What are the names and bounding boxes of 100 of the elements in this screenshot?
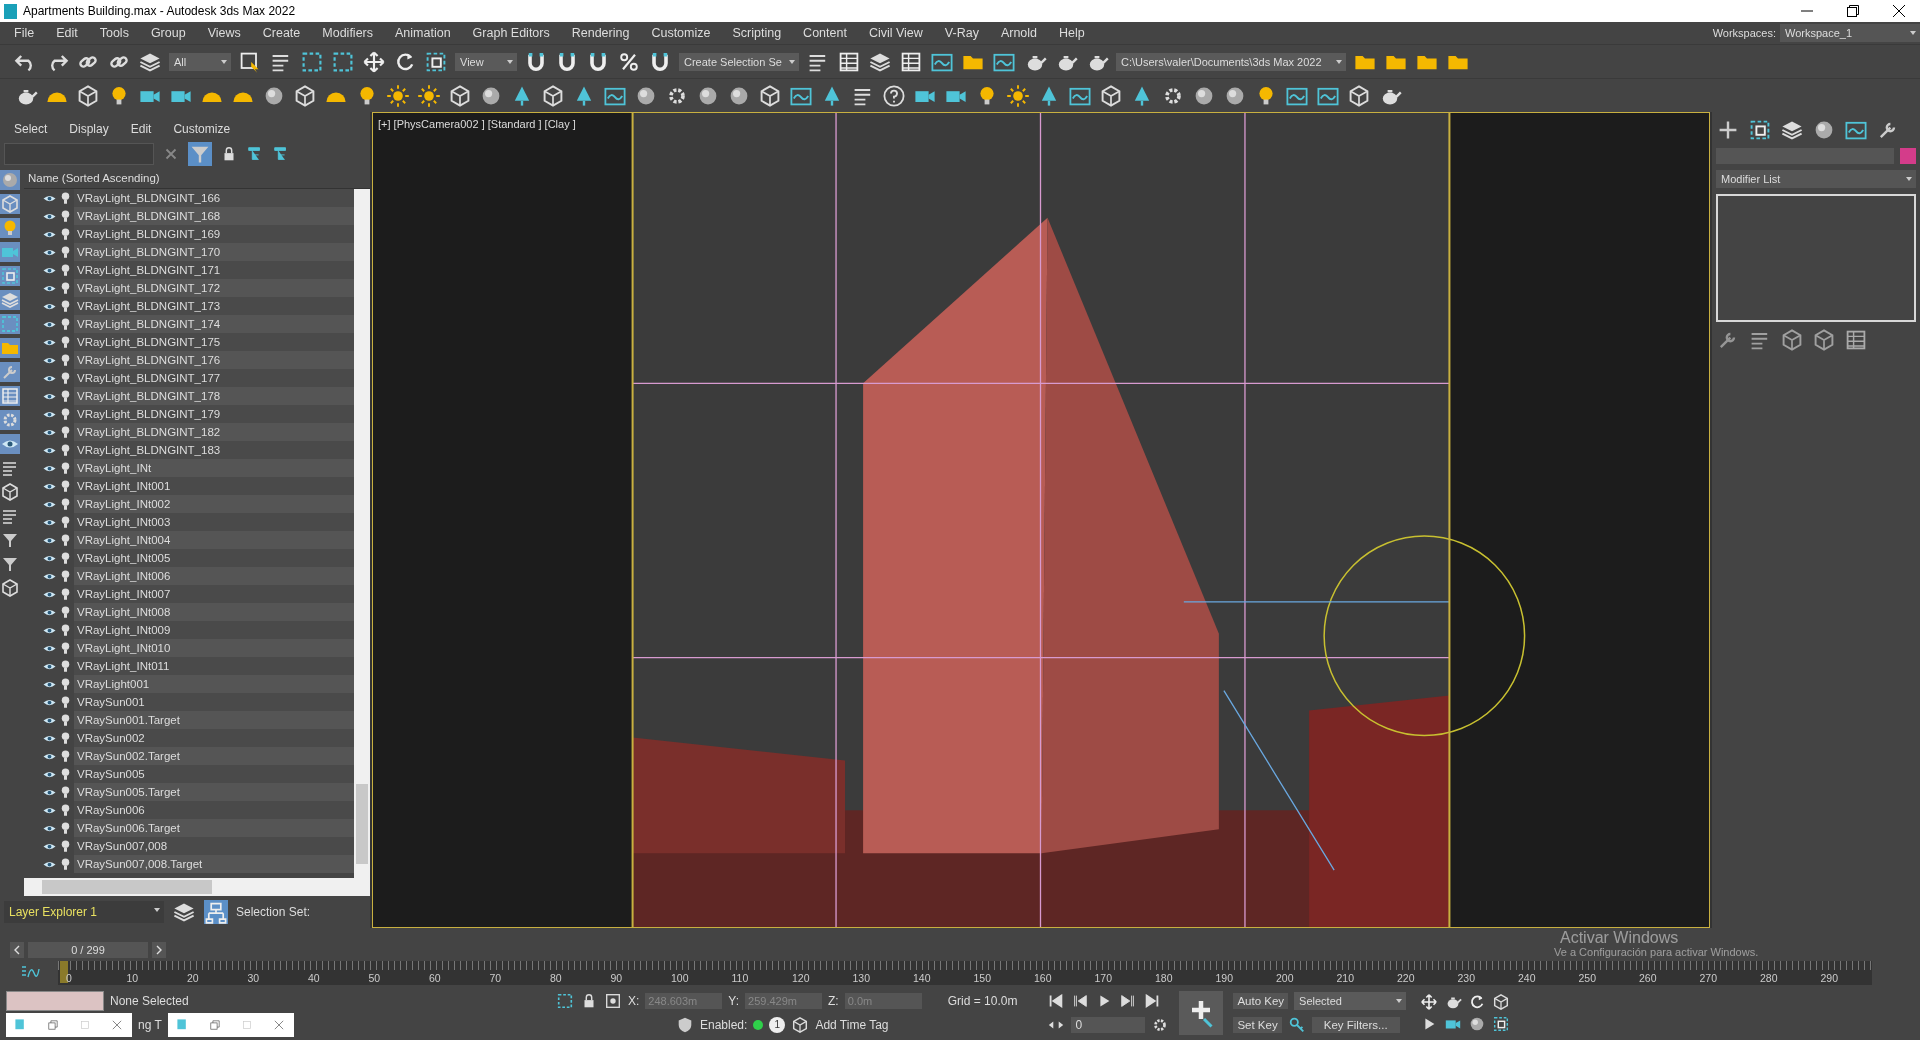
- workspace-dropdown[interactable]: Workspace_1: [1780, 24, 1920, 42]
- scene-object-item[interactable]: VRaySun006: [74, 801, 354, 819]
- menu-item[interactable]: Graph Editors: [464, 26, 564, 40]
- scene-object-item[interactable]: VRaySun005.Target: [74, 783, 354, 801]
- cube-icon[interactable]: [541, 83, 565, 108]
- menu-item[interactable]: Scripting: [724, 26, 796, 40]
- menu-item[interactable]: Edit: [130, 122, 152, 136]
- cube-icon[interactable]: [0, 482, 20, 502]
- key-icon[interactable]: [1287, 1016, 1306, 1034]
- scene-object-item[interactable]: VRayLight001: [74, 675, 354, 693]
- cube-icon[interactable]: [758, 83, 782, 108]
- scene-object-item[interactable]: VRaySun002: [74, 729, 354, 747]
- menu-item[interactable]: Views: [199, 26, 255, 40]
- scene-object-item[interactable]: VRayLight_BLDNGINT_183: [74, 441, 354, 459]
- scene-object-item[interactable]: VRayLight_INt003: [74, 513, 354, 531]
- cube-icon[interactable]: [0, 578, 20, 598]
- close-icon[interactable]: [1892, 4, 1906, 18]
- scene-object-item[interactable]: VRayLight_BLDNGINT_179: [74, 405, 354, 423]
- scene-object-item[interactable]: VRayLight_BLDNGINT_174: [74, 315, 354, 333]
- scene-object-item[interactable]: VRaySun007,008.Target: [74, 855, 354, 873]
- menu-item[interactable]: Group: [142, 26, 200, 40]
- menu-item[interactable]: Tools: [91, 26, 143, 40]
- scene-object-item[interactable]: VRayLight_INt: [74, 459, 354, 477]
- project-folder-dropdown[interactable]: C:\Users\valer\Documents\3ds Max 2022: [1116, 52, 1346, 71]
- eye-icon[interactable]: [0, 434, 20, 454]
- move-icon[interactable]: [362, 49, 386, 74]
- menu-item[interactable]: Customize: [643, 26, 725, 40]
- horizontal-scrollbar[interactable]: [24, 878, 370, 896]
- scene-object-item[interactable]: VRayLight_BLDNGINT_172: [74, 279, 354, 297]
- table-icon[interactable]: [1844, 328, 1868, 352]
- menu-item[interactable]: Modifiers: [314, 26, 387, 40]
- scene-object-item[interactable]: VRayLight_INt005: [74, 549, 354, 567]
- scene-object-item[interactable]: VRayLight_BLDNGINT_182: [74, 423, 354, 441]
- timeline-track[interactable]: 0 10 20 30 40 50 60 70 80 90 100 110 120 130 140 150 160 170 180 190 200 210 220 230 240 250 260 270 280 290: [58, 961, 1872, 985]
- scale-icon[interactable]: [1748, 118, 1772, 142]
- frame-marker[interactable]: [60, 961, 68, 983]
- menu-item[interactable]: Customize: [173, 122, 231, 136]
- sun-icon[interactable]: [417, 83, 441, 108]
- cube-icon[interactable]: [448, 83, 472, 108]
- modifier-list-dropdown[interactable]: Modifier List: [1716, 170, 1916, 188]
- script-listener-field[interactable]: [6, 991, 104, 1011]
- scene-object-item[interactable]: VRaySun007,008: [74, 837, 354, 855]
- set-key-mode-button[interactable]: Set Key: [1233, 1017, 1282, 1033]
- viewport-label[interactable]: [+] [PhysCamera002 ] [Standard ] [Clay ]: [378, 118, 576, 130]
- scene-object-item[interactable]: VRayLight_INt009: [74, 621, 354, 639]
- scene-object-item[interactable]: VRayLight_BLDNGINT_175: [74, 333, 354, 351]
- cube-icon[interactable]: [791, 1016, 810, 1034]
- menu-item[interactable]: Select: [14, 122, 48, 136]
- named-selection-dropdown[interactable]: Create Selection Se: [679, 52, 799, 71]
- selection-filter-dropdown[interactable]: All: [169, 52, 231, 71]
- next-frame-button[interactable]: [152, 942, 166, 958]
- vertical-scrollbar[interactable]: [354, 189, 370, 878]
- scene-object-item[interactable]: VRayLight_INt002: [74, 495, 354, 513]
- scene-object-item[interactable]: VRayLight_INt004: [74, 531, 354, 549]
- scale-icon[interactable]: [1492, 1015, 1511, 1033]
- cube-icon[interactable]: [1099, 83, 1123, 108]
- scene-object-item[interactable]: VRayLight_INt007: [74, 585, 354, 603]
- menu-item[interactable]: Arnold: [992, 26, 1052, 40]
- color-swatch[interactable]: [1900, 148, 1916, 164]
- cube-icon[interactable]: [1812, 328, 1836, 352]
- previous-frame-button[interactable]: [10, 942, 24, 958]
- scene-object-item[interactable]: VRaySun006.Target: [74, 819, 354, 837]
- step-back-icon[interactable]: [1071, 992, 1090, 1010]
- scene-object-item[interactable]: VRayLight_BLDNGINT_168: [74, 207, 354, 225]
- scene-object-item[interactable]: VRaySun001: [74, 693, 354, 711]
- scene-object-item[interactable]: VRayLight_BLDNGINT_173: [74, 297, 354, 315]
- scene-object-item[interactable]: VRayLight_INt001: [74, 477, 354, 495]
- explorer-dropdown[interactable]: Layer Explorer 1: [4, 901, 164, 923]
- reference-coordinate-dropdown[interactable]: View: [455, 52, 517, 71]
- hierarchy-icon[interactable]: [204, 900, 228, 924]
- set-key-button[interactable]: [1179, 991, 1224, 1035]
- menu-item[interactable]: Content: [795, 26, 861, 40]
- cube-icon[interactable]: [293, 83, 317, 108]
- scene-object-item[interactable]: VRayLight_BLDNGINT_169: [74, 225, 354, 243]
- menu-item[interactable]: V-Ray: [936, 26, 993, 40]
- frame-counter[interactable]: 0 / 299: [28, 942, 148, 958]
- scene-object-item[interactable]: VRayLight_BLDNGINT_177: [74, 369, 354, 387]
- menu-item[interactable]: Edit: [48, 26, 92, 40]
- cube-icon[interactable]: [1492, 993, 1511, 1011]
- menu-item[interactable]: Display: [69, 122, 109, 136]
- menu-item[interactable]: Create: [254, 26, 315, 40]
- scene-object-item[interactable]: VRayLight_BLDNGINT_178: [74, 387, 354, 405]
- scene-object-item[interactable]: VRayLight_BLDNGINT_170: [74, 243, 354, 261]
- cube-icon[interactable]: [76, 83, 100, 108]
- cube-icon[interactable]: [1780, 328, 1804, 352]
- scene-object-item[interactable]: VRayLight_INt011: [74, 657, 354, 675]
- scene-object-item[interactable]: VRayLight_INt008: [74, 603, 354, 621]
- scene-object-item[interactable]: VRayLight_BLDNGINT_166: [74, 189, 354, 207]
- shield-icon[interactable]: [676, 1016, 694, 1034]
- cube-icon[interactable]: [1347, 83, 1371, 108]
- menu-item[interactable]: Rendering: [563, 26, 644, 40]
- move-icon[interactable]: [1420, 993, 1439, 1011]
- key-filters-button[interactable]: Key Filters...: [1311, 1017, 1400, 1033]
- menu-item[interactable]: File: [6, 26, 49, 40]
- scene-object-item[interactable]: VRaySun002.Target: [74, 747, 354, 765]
- current-frame-field[interactable]: 0: [1071, 1017, 1146, 1033]
- scene-object-item[interactable]: VRayLight_BLDNGINT_176: [74, 351, 354, 369]
- key-set-dropdown[interactable]: Selected: [1294, 992, 1407, 1010]
- menu-item[interactable]: Help: [1051, 26, 1099, 40]
- scene-object-item[interactable]: VRayLight_BLDNGINT_171: [74, 261, 354, 279]
